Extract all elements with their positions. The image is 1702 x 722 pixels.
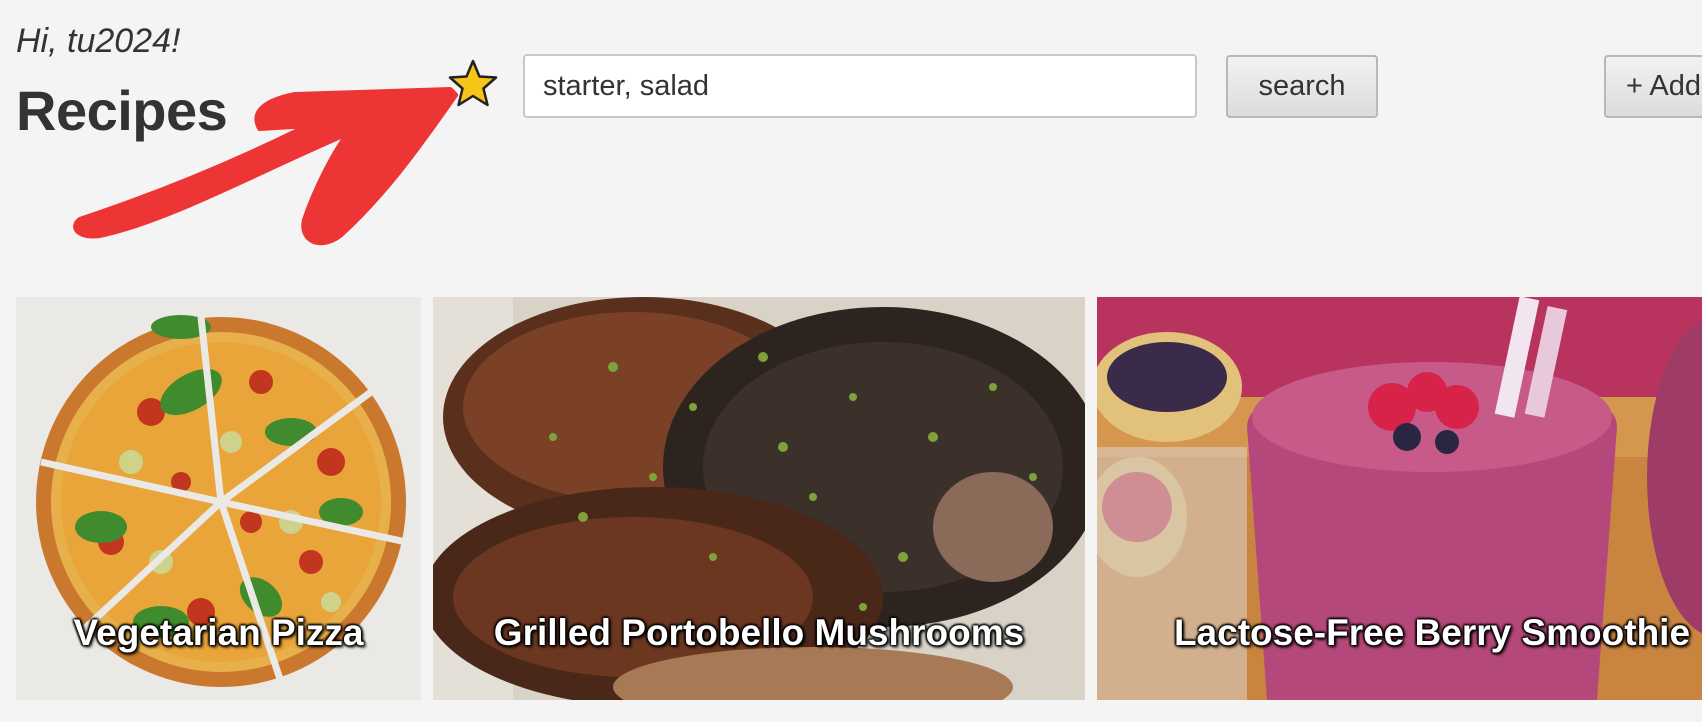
star-icon xyxy=(448,59,498,107)
recipe-title: Vegetarian Pizza xyxy=(73,612,364,653)
add-recipe-button[interactable]: + Add xyxy=(1604,55,1702,118)
recipe-app: Hi, tu2024! Recipes search + Add xyxy=(0,0,1702,722)
recipe-card-vegetarian-pizza[interactable]: Vegetarian Pizza xyxy=(16,297,421,700)
annotation-arrow-icon xyxy=(73,87,458,246)
search-button[interactable]: search xyxy=(1226,55,1378,118)
favorites-star-button[interactable] xyxy=(447,58,499,110)
recipe-title: Lactose-Free Berry Smoothie xyxy=(1173,612,1691,653)
greeting-text: Hi, tu2024! xyxy=(16,22,181,60)
recipe-title: Grilled Portobello Mushrooms xyxy=(493,612,1025,653)
recipe-card-grilled-portobello-mushrooms[interactable]: Grilled Portobello Mushrooms xyxy=(433,297,1085,700)
search-input[interactable] xyxy=(523,54,1197,118)
recipe-card-lactose-free-berry-smoothie[interactable]: Lactose-Free Berry Smoothie xyxy=(1097,297,1702,700)
